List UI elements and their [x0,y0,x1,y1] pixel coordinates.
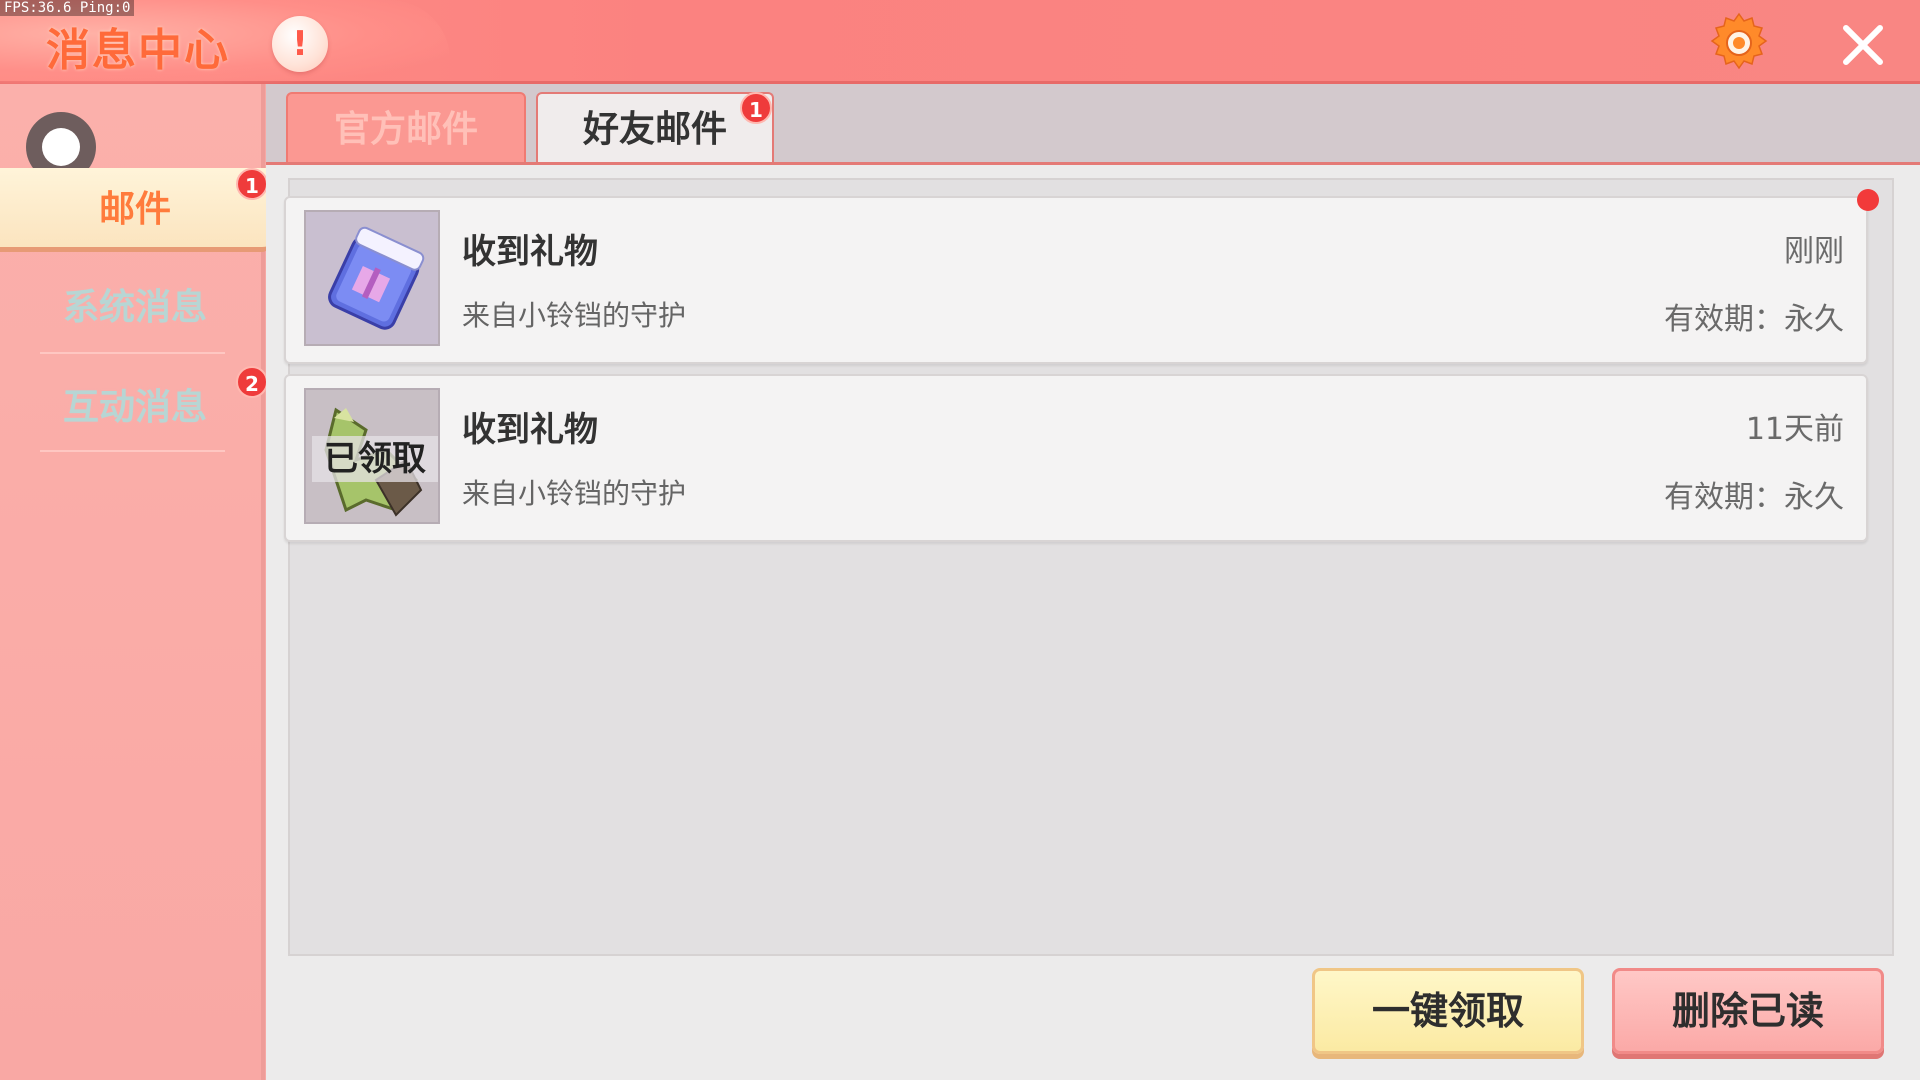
mail-time: 刚刚 [1784,234,1844,269]
sidebar-item-label: 系统消息 [62,287,207,328]
unread-indicator [1857,189,1879,211]
mail-item[interactable]: 收到礼物 来自小铃铛的守护 刚刚 有效期：永久 [284,196,1868,364]
sidebar-divider [40,352,225,354]
mail-validity: 有效期：永久 [1664,302,1844,337]
fps-readout: FPS:36.6 Ping:0 [0,0,135,16]
mail-sender: 来自小铃铛的守护 [462,477,687,510]
header-bar: 消息中心 ! [0,0,1920,84]
sidebar-divider [40,450,225,452]
mail-thumbnail [304,210,440,346]
mail-validity: 有效期：永久 [1664,480,1844,515]
mail-title: 收到礼物 [462,232,598,272]
page-title: 消息中心 [46,25,230,76]
gear-icon[interactable] [1706,10,1772,76]
sidebar-item-label: 邮件 [98,189,171,230]
tab-friend-badge: 1 [740,92,772,124]
sidebar-interaction-badge: 2 [236,366,268,398]
claim-all-button[interactable]: 一键领取 [1312,968,1584,1054]
gift-box-icon [306,212,438,344]
mail-time: 11天前 [1745,412,1844,447]
sidebar: 邮件 1 系统消息 互动消息 2 [0,84,270,1080]
avatar-dot [42,128,80,166]
mail-thumbnail: 已领取 [304,388,440,524]
mail-item[interactable]: 已领取 收到礼物 来自小铃铛的守护 11天前 有效期：永久 [284,374,1868,542]
tab-official-mail[interactable]: 官方邮件 [286,92,526,168]
sidebar-mail-badge: 1 [236,168,268,200]
tab-label: 官方邮件 [333,109,478,150]
claimed-tag: 已领取 [312,436,438,482]
sidebar-item-label: 互动消息 [62,387,207,428]
mail-title: 收到礼物 [462,410,598,450]
sidebar-item-interaction-messages[interactable]: 互动消息 [0,366,270,450]
alert-icon[interactable]: ! [272,16,328,72]
delete-read-button[interactable]: 删除已读 [1612,968,1884,1054]
sidebar-item-mail[interactable]: 邮件 [0,168,270,252]
tab-friend-mail[interactable]: 好友邮件 [536,92,774,172]
sidebar-item-system-messages[interactable]: 系统消息 [0,266,270,350]
tab-label: 好友邮件 [582,109,727,150]
mail-sender: 来自小铃铛的守护 [462,299,687,332]
close-icon[interactable] [1838,20,1888,70]
